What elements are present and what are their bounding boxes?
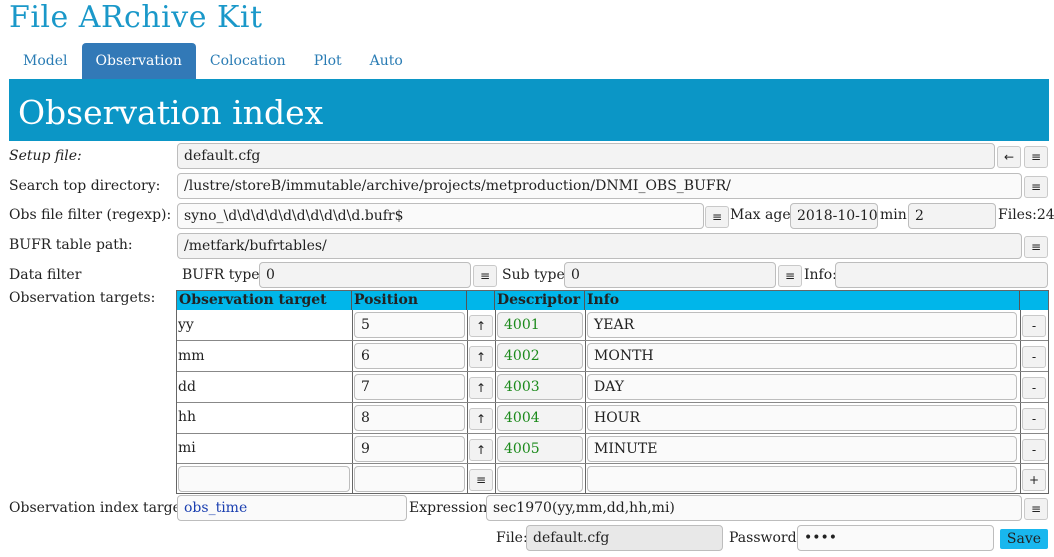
save-button[interactable]: Save: [1000, 529, 1048, 549]
search-dir-menu-icon[interactable]: ≡: [1024, 176, 1048, 198]
info-cell-input[interactable]: HOUR: [587, 405, 1017, 431]
row-divider: [177, 340, 1048, 341]
sub-type-input[interactable]: 0: [564, 262, 776, 288]
search-dir-label: Search top directory:: [9, 178, 161, 194]
expression-label: Expression:: [409, 500, 493, 516]
remove-row-icon[interactable]: -: [1022, 315, 1046, 337]
page-banner: Observation index: [9, 79, 1049, 141]
max-age-input[interactable]: 2018-10-10: [790, 203, 878, 229]
move-up-icon[interactable]: ↑: [469, 315, 493, 337]
info-cell-input[interactable]: MINUTE: [587, 436, 1017, 462]
obs-filter-label: Obs file filter (regexp):: [9, 207, 172, 223]
remove-row-icon[interactable]: -: [1022, 408, 1046, 430]
sub-type-menu-icon[interactable]: ≡: [778, 265, 802, 287]
setup-file-label: Setup file:: [9, 148, 82, 164]
bufr-path-menu-icon[interactable]: ≡: [1024, 236, 1048, 258]
position-input[interactable]: 7: [354, 374, 465, 400]
targets-table: Observation target Position Descriptor I…: [176, 290, 1049, 494]
move-up-icon[interactable]: ↑: [469, 346, 493, 368]
bufr-path-label: BUFR table path:: [9, 237, 133, 253]
index-target-input[interactable]: obs_time: [177, 495, 407, 521]
file-input[interactable]: default.cfg: [526, 525, 723, 551]
tab-bar: Model Observation Colocation Plot Auto: [9, 43, 417, 79]
setup-file-menu-icon[interactable]: ≡: [1024, 146, 1048, 168]
tab-auto[interactable]: Auto: [356, 43, 417, 79]
obs-filter-menu-icon[interactable]: ≡: [705, 206, 729, 228]
info-cell-input[interactable]: DAY: [587, 374, 1017, 400]
bufr-type-input[interactable]: 0: [259, 262, 471, 288]
index-target-label: Observation index target:: [9, 500, 192, 516]
move-up-icon[interactable]: ↑: [469, 408, 493, 430]
target-cell: hh: [178, 409, 197, 425]
remove-row-icon[interactable]: -: [1022, 439, 1046, 461]
add-row-icon[interactable]: +: [1022, 469, 1046, 491]
app-title: File ARchive Kit: [9, 0, 263, 35]
search-dir-input[interactable]: /lustre/storeB/immutable/archive/project…: [177, 173, 1022, 199]
col-header-blank: [467, 291, 495, 310]
expression-input[interactable]: sec1970(yy,mm,dd,hh,mi): [486, 495, 1022, 521]
descriptor-input[interactable]: 4002: [497, 343, 583, 369]
col-header-info: Info: [585, 291, 1020, 310]
position-input[interactable]: 8: [354, 405, 465, 431]
move-up-icon[interactable]: ↑: [469, 377, 493, 399]
password-label: Password:: [729, 530, 802, 546]
bufr-type-menu-icon[interactable]: ≡: [473, 265, 497, 287]
info-cell-input[interactable]: MONTH: [587, 343, 1017, 369]
tab-colocation[interactable]: Colocation: [196, 43, 300, 79]
row-divider: [177, 371, 1048, 372]
col-header-action: [1020, 291, 1048, 310]
file-label: File:: [496, 530, 528, 546]
tab-plot[interactable]: Plot: [300, 43, 356, 79]
new-position-input[interactable]: [354, 466, 465, 492]
info-cell-input[interactable]: YEAR: [587, 312, 1017, 338]
row-divider: [177, 433, 1048, 434]
position-input[interactable]: 6: [354, 343, 465, 369]
target-cell: mi: [178, 440, 196, 456]
sub-type-label: Sub type:: [502, 267, 570, 283]
new-target-input[interactable]: [178, 466, 350, 492]
remove-row-icon[interactable]: -: [1022, 346, 1046, 368]
page-title: Observation index: [18, 93, 324, 132]
target-cell: yy: [178, 317, 194, 333]
col-header-position: Position: [352, 291, 467, 310]
bufr-path-input[interactable]: /metfark/bufrtables/: [177, 233, 1022, 259]
col-header-target: Observation target: [177, 291, 352, 310]
target-cell: dd: [178, 379, 196, 395]
max-age-label: Max age:: [730, 207, 796, 223]
remove-row-icon[interactable]: -: [1022, 377, 1046, 399]
setup-file-input[interactable]: default.cfg: [177, 143, 995, 169]
descriptor-input[interactable]: 4003: [497, 374, 583, 400]
move-up-icon[interactable]: ↑: [469, 439, 493, 461]
tab-observation[interactable]: Observation: [81, 43, 196, 79]
target-cell: mm: [178, 348, 205, 364]
row-divider: [177, 402, 1048, 403]
tab-model[interactable]: Model: [9, 43, 82, 79]
position-input[interactable]: 5: [354, 312, 465, 338]
expression-menu-icon[interactable]: ≡: [1024, 498, 1048, 520]
obs-filter-input[interactable]: syno_\d\d\d\d\d\d\d\d\d\d.bufr$: [177, 203, 704, 229]
position-input[interactable]: 9: [354, 436, 465, 462]
descriptor-input[interactable]: 4005: [497, 436, 583, 462]
data-filter-label: Data filter: [9, 267, 82, 283]
files-count: Files:24: [998, 207, 1054, 223]
new-descriptor-input[interactable]: [497, 466, 583, 492]
descriptor-input[interactable]: 4004: [497, 405, 583, 431]
targets-label: Observation targets:: [9, 290, 156, 306]
bufr-type-label: BUFR type:: [182, 267, 265, 283]
info-label: Info:: [804, 267, 837, 283]
descriptor-input[interactable]: 4001: [497, 312, 583, 338]
min-input[interactable]: 2: [908, 203, 996, 229]
col-header-descriptor: Descriptor: [495, 291, 585, 310]
row-divider: [177, 463, 1048, 464]
min-label: min:: [880, 207, 912, 223]
new-row-menu-icon[interactable]: ≡: [469, 469, 493, 491]
new-info-input[interactable]: [587, 466, 1017, 492]
back-arrow-icon[interactable]: ←: [997, 146, 1021, 168]
info-input[interactable]: [835, 262, 1048, 288]
password-input[interactable]: ••••: [797, 525, 994, 551]
